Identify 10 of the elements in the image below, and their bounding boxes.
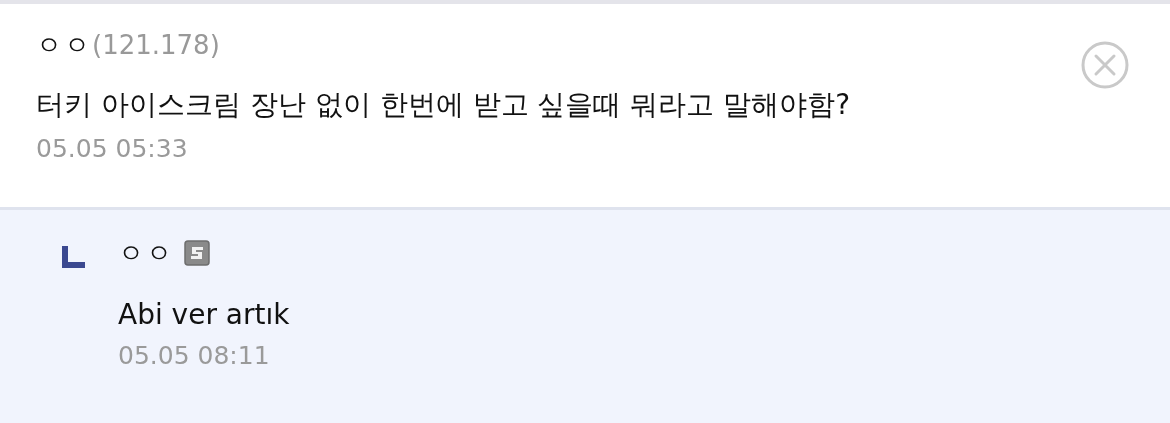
reply-text: Abi ver artık [118,298,290,331]
close-icon[interactable] [1080,40,1130,90]
comment-text: 터키 아이스크림 장난 없이 한번에 받고 싶을때 뭐라고 말해야함? [36,87,851,123]
member-badge-icon [184,240,210,266]
nickname: ㅇㅇ [36,29,92,62]
nickname: ㅇㅇ [118,236,174,270]
reply-indent-icon [62,246,86,268]
reply-date: 05.05 08:11 [118,341,271,370]
comment-date: 05.05 05:33 [36,134,189,163]
ip-address: (121.178) [92,30,220,60]
